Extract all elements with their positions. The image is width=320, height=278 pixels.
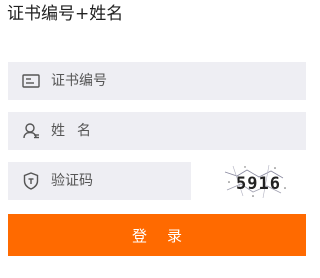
name-field[interactable] bbox=[8, 112, 306, 150]
login-button[interactable]: 登录 bbox=[8, 214, 306, 256]
id-card-icon bbox=[22, 72, 40, 90]
captcha-image[interactable]: 5916 bbox=[223, 162, 289, 200]
form-title: 证书编号+姓名 bbox=[7, 4, 124, 24]
verification-code-input[interactable] bbox=[51, 162, 171, 200]
certificate-number-input[interactable] bbox=[51, 62, 251, 100]
name-input[interactable] bbox=[51, 112, 251, 150]
certificate-number-field[interactable] bbox=[8, 62, 306, 100]
shield-icon bbox=[22, 172, 40, 190]
verification-code-field[interactable] bbox=[8, 162, 191, 200]
captcha-text: 5916 bbox=[236, 174, 281, 194]
user-icon bbox=[22, 122, 40, 140]
